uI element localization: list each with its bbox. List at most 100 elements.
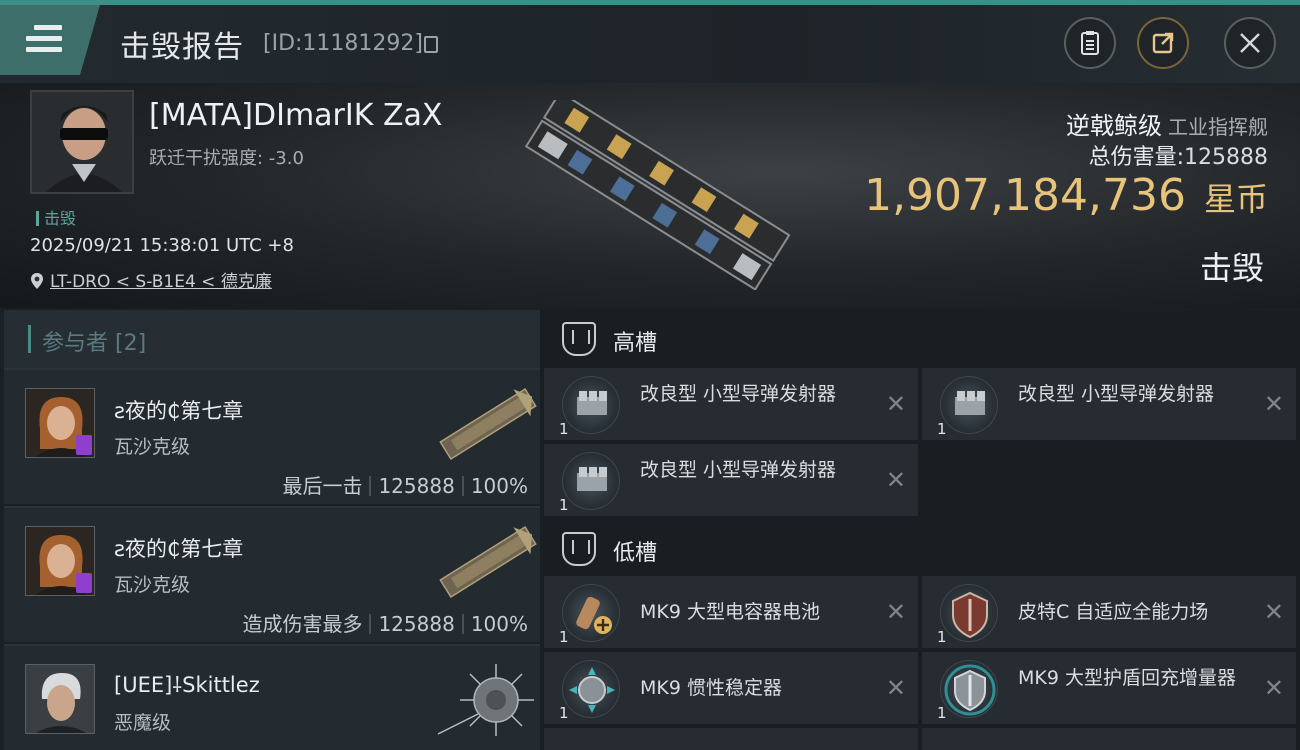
shield-hardener-icon (940, 584, 998, 642)
participant-row[interactable]: [UEE]⸸Skittlez 恶魔级 (4, 644, 540, 750)
location-pin-icon (31, 273, 43, 289)
module-quantity: 1 (559, 420, 569, 438)
clipboard-button[interactable] (1064, 17, 1116, 69)
participant-stats: 造成伤害最多 125888 100% (242, 608, 528, 637)
isk-value-amount: 1,907,184,736 (864, 170, 1186, 221)
missile-launcher-icon (562, 452, 620, 510)
module-item[interactable]: 1 改良型 小型导弹发射器 ✕ (544, 368, 918, 440)
ship-class-name: 逆戟鲸级 (1066, 112, 1162, 140)
copy-icon[interactable] (424, 36, 438, 53)
fittings-panel: 高槽 1 改良型 小型导弹发射器 ✕ 1 改良型 小型导弹发射器 ✕ 1 改良型… (540, 310, 1300, 750)
module-destroyed-icon: ✕ (1263, 390, 1284, 418)
share-icon (1152, 32, 1174, 54)
module-quantity: 1 (559, 704, 569, 722)
module-name: MK9 大型电容器电池 (640, 601, 820, 623)
kill-timestamp: 2025/09/21 15:38:01 UTC +8 (30, 235, 294, 256)
module-name: MK9 大型护盾回充增量器 (1018, 667, 1236, 689)
participant-ship-image (434, 378, 542, 470)
module-quantity: 1 (937, 628, 947, 646)
participant-row[interactable]: ƨ夜的₵第七章 瓦沙克级 最后一击 125888 100% (4, 368, 540, 504)
close-button[interactable] (1224, 17, 1276, 69)
kill-tag: 击毁 (36, 205, 76, 229)
module-item[interactable]: 1 MK9 惯性稳定器 ✕ (544, 652, 918, 724)
participant-ship-image (434, 654, 542, 746)
participant-damage: 125888 (378, 474, 455, 498)
kill-summary-banner: [MATA]DImarIK ZaX 跃迁干扰强度: -3.0 击毁 2025/0… (0, 83, 1300, 308)
participant-name[interactable]: ƨ夜的₵第七章 (114, 533, 243, 563)
participant-name[interactable]: [UEE]⸸Skittlez (114, 671, 260, 699)
inertial-stabilizer-icon (562, 660, 620, 718)
participant-row[interactable]: ƨ夜的₵第七章 瓦沙克级 造成伤害最多 125888 100% (4, 506, 540, 642)
victim-ship-image (510, 90, 800, 291)
shield-recharger-icon (940, 660, 998, 718)
corp-badge-icon (76, 435, 92, 455)
kill-location[interactable]: LT-DRO < S-B1E4 < 德克廉 (30, 267, 272, 292)
participant-name[interactable]: ƨ夜的₵第七章 (114, 395, 243, 425)
isk-value: 1,907,184,736 星币 (864, 170, 1268, 221)
missile-launcher-icon (940, 376, 998, 434)
participants-header: 参与者 [2] (4, 310, 540, 368)
clipboard-icon (1081, 31, 1099, 55)
module-name: 改良型 小型导弹发射器 (640, 459, 837, 481)
module-item[interactable]: 1 MK9 大型电容器电池 ✕ (544, 576, 918, 648)
module-destroyed-icon: ✕ (885, 598, 906, 626)
participant-percent: 100% (470, 474, 528, 498)
corp-badge-icon (76, 573, 92, 593)
warp-disruption-strength: 跃迁干扰强度: -3.0 (149, 148, 304, 169)
report-id[interactable]: [ID:11181292] (263, 31, 423, 56)
module-item[interactable]: 1 改良型 小型导弹发射器 ✕ (544, 444, 918, 516)
participant-portrait[interactable] (25, 526, 95, 596)
module-item[interactable] (922, 728, 1296, 750)
module-quantity: 1 (937, 420, 947, 438)
participant-damage: 125888 (378, 612, 455, 636)
total-damage-value: 125888 (1184, 145, 1268, 170)
location-link[interactable]: LT-DRO < S-B1E4 < 德克廉 (50, 272, 272, 292)
ship-class[interactable]: 逆戟鲸级 工业指挥舰 (1066, 106, 1268, 141)
menu-button[interactable] (0, 5, 100, 75)
isk-unit: 星币 (1203, 180, 1268, 218)
pilot-avatar (32, 92, 132, 192)
module-item[interactable]: 1 皮特C 自适应全能力场 ✕ (922, 576, 1296, 648)
page-title: 击毁报告 (120, 30, 244, 65)
participant-portrait[interactable] (25, 388, 95, 458)
module-destroyed-icon: ✕ (885, 466, 906, 494)
participant-ship: 瓦沙克级 (114, 574, 191, 596)
close-icon (1240, 33, 1260, 53)
share-button[interactable] (1137, 17, 1189, 69)
victim-portrait[interactable] (30, 90, 134, 194)
total-damage-label: 总伤害量: (1088, 145, 1185, 170)
total-damage: 总伤害量:125888 (1089, 139, 1268, 171)
capacitor-battery-icon (562, 584, 620, 642)
module-destroyed-icon: ✕ (885, 674, 906, 702)
participants-label: 参与者 [2] (42, 331, 147, 356)
kill-report-window: 击毁报告 [ID:11181292] [MATA]DImarIK ZaX 跃迁干… (0, 0, 1300, 750)
missile-launcher-icon (562, 376, 620, 434)
module-destroyed-icon: ✕ (1263, 674, 1284, 702)
module-item[interactable] (544, 728, 918, 750)
module-item[interactable]: 1 MK9 大型护盾回充增量器 ✕ (922, 652, 1296, 724)
high-slot-label: 高槽 (613, 331, 658, 356)
high-slot-icon (562, 322, 596, 356)
participant-percent: 100% (470, 612, 528, 636)
module-name: 改良型 小型导弹发射器 (640, 383, 837, 405)
module-item[interactable]: 1 改良型 小型导弹发射器 ✕ (922, 368, 1296, 440)
participant-ship-image (434, 516, 542, 608)
title-bar: 击毁报告 [ID:11181292] (0, 0, 1300, 83)
low-slot-label: 低槽 (613, 541, 658, 566)
module-name: 改良型 小型导弹发射器 (1018, 383, 1215, 405)
high-slot-header: 高槽 (540, 310, 1300, 368)
low-slot-icon (562, 532, 596, 566)
kill-type: 击毁 (1199, 249, 1264, 287)
low-slot-header: 低槽 (540, 520, 1300, 578)
participant-ship: 恶魔级 (114, 712, 172, 734)
module-name: 皮特C 自适应全能力场 (1018, 601, 1209, 623)
pilot-avatar (26, 665, 94, 733)
victim-name[interactable]: [MATA]DImarIK ZaX (149, 98, 442, 133)
ship-role: 工业指挥舰 (1168, 115, 1268, 139)
participant-portrait[interactable] (25, 664, 95, 734)
module-destroyed-icon: ✕ (885, 390, 906, 418)
module-quantity: 1 (559, 628, 569, 646)
module-name: MK9 惯性稳定器 (640, 677, 782, 699)
participant-role: 最后一击 (282, 474, 363, 498)
module-destroyed-icon: ✕ (1263, 598, 1284, 626)
